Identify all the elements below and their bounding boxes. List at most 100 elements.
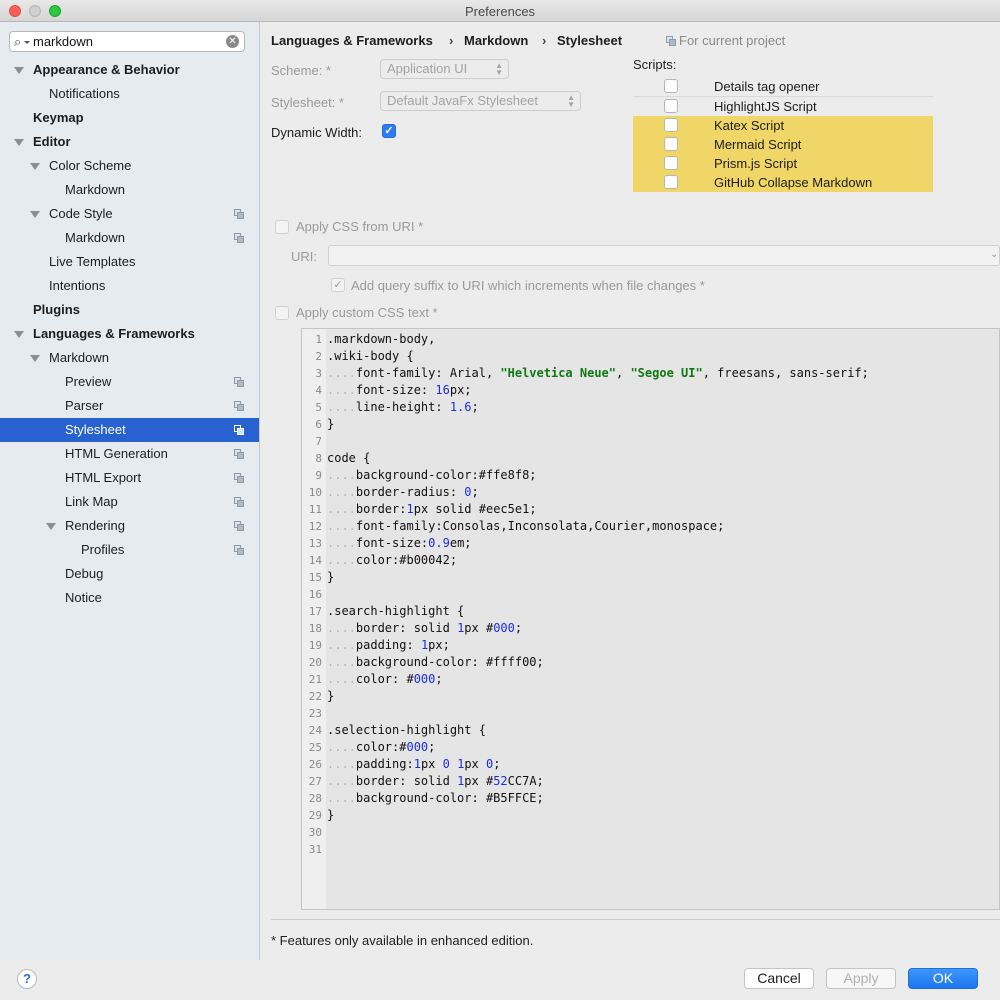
code-line[interactable]: 1 .markdown-body, xyxy=(302,331,999,348)
sidebar-item-color-scheme-markdown[interactable]: Markdown xyxy=(0,178,259,202)
sidebar-item-preview[interactable]: Preview xyxy=(0,370,259,394)
sidebar-item-stylesheet[interactable]: Stylesheet xyxy=(0,418,259,442)
code-line[interactable]: 14 ....color:#b00042; xyxy=(302,552,999,569)
code-line[interactable]: 19 ....padding: 1px; xyxy=(302,637,999,654)
uri-dropdown-icon[interactable]: ⌄ xyxy=(990,249,998,260)
expand-arrow-icon[interactable] xyxy=(14,67,24,74)
script-checkbox[interactable] xyxy=(664,79,678,93)
query-suffix-checkbox[interactable]: ✓ xyxy=(331,278,345,292)
code-line[interactable]: 16 xyxy=(302,586,999,603)
script-checkbox[interactable] xyxy=(664,156,678,170)
script-label: Katex Script xyxy=(714,118,785,133)
code-line[interactable]: 24 .selection-highlight { xyxy=(302,722,999,739)
code-line[interactable]: 13 ....font-size:0.9em; xyxy=(302,535,999,552)
script-checkbox[interactable] xyxy=(664,99,678,113)
code-line[interactable]: 20 ....background-color: #ffff00; xyxy=(302,654,999,671)
expand-arrow-icon[interactable] xyxy=(30,211,40,218)
sidebar-item-html-generation[interactable]: HTML Generation xyxy=(0,442,259,466)
code-line[interactable]: 25 ....color:#000; xyxy=(302,739,999,756)
code-line[interactable]: 8 code { xyxy=(302,450,999,467)
sidebar-item-rendering[interactable]: Rendering xyxy=(0,514,259,538)
search-icon[interactable]: ⌕ xyxy=(14,34,21,50)
sidebar-item-appearance-behavior[interactable]: Appearance & Behavior xyxy=(0,58,259,82)
clear-search-icon[interactable]: ✕ xyxy=(226,35,239,48)
apply-custom-css-checkbox[interactable] xyxy=(275,306,289,320)
code-line[interactable]: 21 ....color: #000; xyxy=(302,671,999,688)
code-line[interactable]: 23 xyxy=(302,705,999,722)
script-checkbox[interactable] xyxy=(664,118,678,132)
script-checkbox[interactable] xyxy=(664,137,678,151)
code-line[interactable]: 31 xyxy=(302,841,999,858)
code-line[interactable]: 22} xyxy=(302,688,999,705)
code-line[interactable]: 3 ....font-family: Arial, "Helvetica Neue… xyxy=(302,365,999,382)
sidebar-item-notifications[interactable]: Notifications xyxy=(0,82,259,106)
script-row-highlightjs[interactable]: HighlightJS Script xyxy=(633,97,933,116)
sidebar-item-parser[interactable]: Parser xyxy=(0,394,259,418)
code-line[interactable]: 17 .search-highlight { xyxy=(302,603,999,620)
sidebar-item-notice[interactable]: Notice xyxy=(0,586,259,610)
code-line[interactable]: 2 .wiki-body { xyxy=(302,348,999,365)
code-line[interactable]: 9 ....background-color:#ffe8f8; xyxy=(302,467,999,484)
dynamic-width-checkbox[interactable]: ✓ xyxy=(382,124,396,138)
sidebar-item-markdown[interactable]: Markdown xyxy=(0,346,259,370)
sidebar-item-keymap[interactable]: Keymap xyxy=(0,106,259,130)
script-row-github-collapse[interactable]: GitHub Collapse Markdown xyxy=(633,173,933,192)
code-line[interactable]: 26 ....padding:1px 0 1px 0; xyxy=(302,756,999,773)
ok-button[interactable]: OK xyxy=(908,968,978,989)
search-input[interactable] xyxy=(33,33,223,50)
css-code-editor[interactable]: 1 .markdown-body, 2 .wiki-body {3 ....font-f… xyxy=(301,328,1000,910)
code-line[interactable]: 28 ....background-color: #B5FFCE; xyxy=(302,790,999,807)
sidebar-item-languages-frameworks[interactable]: Languages & Frameworks xyxy=(0,322,259,346)
breadcrumb-item[interactable]: Markdown xyxy=(464,33,528,48)
code-line[interactable]: 30 xyxy=(302,824,999,841)
code-line[interactable]: 15} xyxy=(302,569,999,586)
search-history-dropdown-icon[interactable] xyxy=(24,41,30,44)
project-settings-icon xyxy=(234,545,244,555)
sidebar-item-html-export[interactable]: HTML Export xyxy=(0,466,259,490)
script-row-katex[interactable]: Katex Script xyxy=(633,116,933,135)
help-button[interactable]: ? xyxy=(17,969,37,989)
sidebar-item-debug[interactable]: Debug xyxy=(0,562,259,586)
expand-arrow-icon[interactable] xyxy=(14,331,24,338)
sidebar-item-profiles[interactable]: Profiles xyxy=(0,538,259,562)
code-line[interactable]: 18 ....border: solid 1px #000; xyxy=(302,620,999,637)
code-line[interactable]: 5 ....line-height: 1.6; xyxy=(302,399,999,416)
expand-arrow-icon[interactable] xyxy=(30,163,40,170)
expand-arrow-icon[interactable] xyxy=(14,139,24,146)
code-line[interactable]: 7 xyxy=(302,433,999,450)
breadcrumb-item[interactable]: Languages & Frameworks xyxy=(271,33,433,48)
code-line[interactable]: 11 ....border:1px solid #eec5e1; xyxy=(302,501,999,518)
code-line[interactable]: 10 ....border-radius: 0; xyxy=(302,484,999,501)
sidebar-item-code-style-markdown[interactable]: Markdown xyxy=(0,226,259,250)
script-checkbox[interactable] xyxy=(664,175,678,189)
sidebar-item-link-map[interactable]: Link Map xyxy=(0,490,259,514)
script-label: Prism.js Script xyxy=(714,156,798,171)
line-number: 1 xyxy=(315,333,322,346)
script-row-mermaid[interactable]: Mermaid Script xyxy=(633,135,933,154)
sidebar-item-code-style[interactable]: Code Style xyxy=(0,202,259,226)
cancel-button[interactable]: Cancel xyxy=(744,968,814,989)
sidebar-item-live-templates[interactable]: Live Templates xyxy=(0,250,259,274)
apply-button[interactable]: Apply xyxy=(826,968,896,989)
sidebar-item-intentions[interactable]: Intentions xyxy=(0,274,259,298)
breadcrumb-item-current: Stylesheet xyxy=(557,33,623,48)
expand-arrow-icon[interactable] xyxy=(30,355,40,362)
code-line[interactable]: 4 ....font-size: 16px; xyxy=(302,382,999,399)
apply-css-uri-checkbox[interactable] xyxy=(275,220,289,234)
sidebar-item-label: Intentions xyxy=(49,278,106,293)
stylesheet-select[interactable]: Default JavaFx Stylesheet ▲ ▼ xyxy=(380,91,581,111)
code-line[interactable]: 12 ....font-family:Consolas,Inconsolata,C… xyxy=(302,518,999,535)
script-row-prismjs[interactable]: Prism.js Script xyxy=(633,154,933,173)
line-number: 18 xyxy=(308,622,322,635)
code-line[interactable]: 29} xyxy=(302,807,999,824)
sidebar-item-editor[interactable]: Editor xyxy=(0,130,259,154)
script-row-details-tag-opener[interactable]: Details tag opener xyxy=(633,77,933,96)
search-box[interactable]: ⌕ ✕ xyxy=(9,31,245,52)
expand-arrow-icon[interactable] xyxy=(46,523,56,530)
sidebar-item-color-scheme[interactable]: Color Scheme xyxy=(0,154,259,178)
scheme-select[interactable]: Application UI ▲ ▼ xyxy=(380,59,509,79)
code-line[interactable]: 27 ....border: solid 1px #52CC7A; xyxy=(302,773,999,790)
code-line[interactable]: 6} xyxy=(302,416,999,433)
uri-input[interactable] xyxy=(328,245,1000,266)
sidebar-item-plugins[interactable]: Plugins xyxy=(0,298,259,322)
